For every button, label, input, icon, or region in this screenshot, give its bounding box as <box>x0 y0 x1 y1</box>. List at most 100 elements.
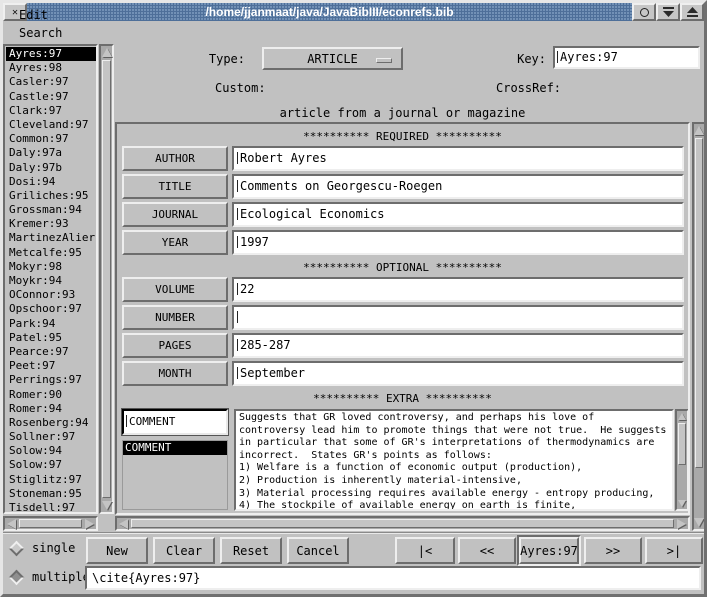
field-value-input[interactable]: 1997 <box>232 230 684 255</box>
scroll-left-icon[interactable] <box>5 518 18 529</box>
cite-command-input[interactable]: \cite{Ayres:97} <box>85 566 701 590</box>
extra-section-title: ********** EXTRA ********** <box>117 392 688 405</box>
list-item[interactable]: Solow:97 <box>6 458 96 472</box>
list-item[interactable]: Romer:90 <box>6 388 96 402</box>
list-item[interactable]: Romer:94 <box>6 402 96 416</box>
scroll-up-icon[interactable] <box>101 46 112 59</box>
list-item[interactable]: Perrings:97 <box>6 373 96 387</box>
scrollbar-thumb[interactable] <box>19 519 82 528</box>
list-item[interactable]: Common:97 <box>6 132 96 146</box>
current-record-button[interactable]: Ayres:97 <box>519 537 579 564</box>
scroll-down-icon[interactable] <box>101 499 112 512</box>
bar-down-triangle-icon <box>662 6 675 18</box>
cancel-button[interactable]: Cancel <box>287 537 349 564</box>
form-horizontal-scrollbar[interactable] <box>115 516 690 531</box>
scroll-up-icon[interactable] <box>677 411 687 422</box>
field-value-input[interactable] <box>232 305 684 330</box>
list-item[interactable]: Daly:97b <box>6 161 96 175</box>
scrollbar-thumb[interactable] <box>102 60 111 498</box>
field-label-button[interactable]: VOLUME <box>122 277 228 302</box>
window-title[interactable]: /home/jjanmaat/java/JavaBibIII/econrefs.… <box>27 3 632 21</box>
list-item[interactable]: Park:94 <box>6 317 96 331</box>
menu-item[interactable]: Edit <box>16 6 65 24</box>
extra-text-area[interactable]: Suggests that GR loved controversy, and … <box>234 409 674 511</box>
multiple-mode-row: multiple <box>11 570 90 584</box>
scroll-down-icon[interactable] <box>677 498 687 509</box>
next-record-button[interactable]: >> <box>584 537 642 564</box>
field-label-button[interactable]: JOURNAL <box>122 202 228 227</box>
list-item[interactable]: Metcalfe:95 <box>6 246 96 260</box>
list-item[interactable]: Grossman:94 <box>6 203 96 217</box>
first-record-button[interactable]: |< <box>395 537 455 564</box>
list-item[interactable]: Ayres:98 <box>6 61 96 75</box>
reset-button[interactable]: Reset <box>220 537 282 564</box>
list-vertical-scrollbar[interactable] <box>99 44 114 514</box>
list-item[interactable]: Tisdell:97 <box>6 501 96 514</box>
extra-field-name-input[interactable]: COMMENT <box>122 409 228 435</box>
field-label-button[interactable]: PAGES <box>122 333 228 358</box>
list-item[interactable]: Stiglitz:97 <box>6 473 96 487</box>
iconify-button[interactable] <box>632 3 656 21</box>
clear-button[interactable]: Clear <box>153 537 215 564</box>
reference-key-list[interactable]: Ayres:97Ayres:98Casler:97Castle:97Clark:… <box>3 44 98 514</box>
list-item[interactable]: Patel:95 <box>6 331 96 345</box>
field-value-input[interactable]: Comments on Georgescu-Roegen <box>232 174 684 199</box>
list-item[interactable]: Sollner:97 <box>6 430 96 444</box>
single-label: single <box>32 541 75 555</box>
field-value-input[interactable]: 285-287 <box>232 333 684 358</box>
list-item[interactable]: Dosi:94 <box>6 175 96 189</box>
extra-field-name-list[interactable]: COMMENT <box>122 440 228 510</box>
form-vertical-scrollbar[interactable] <box>692 122 704 531</box>
scroll-left-icon[interactable] <box>117 518 130 529</box>
extra-text-scrollbar[interactable] <box>675 409 689 511</box>
list-item[interactable]: Moykr:94 <box>6 274 96 288</box>
new-button[interactable]: New <box>86 537 148 564</box>
menubar: FileEditSearchCiteWindow <box>3 21 704 44</box>
field-label-button[interactable]: TITLE <box>122 174 228 199</box>
list-item[interactable]: Kremer:93 <box>6 217 96 231</box>
scrollbar-thumb[interactable] <box>695 138 703 468</box>
list-item[interactable]: Pearce:97 <box>6 345 96 359</box>
menu-item[interactable]: Search <box>16 24 65 42</box>
list-horizontal-scrollbar[interactable] <box>3 516 98 531</box>
scrollbar-thumb[interactable] <box>678 423 686 465</box>
list-item[interactable]: Cleveland:97 <box>6 118 96 132</box>
single-radio-icon[interactable] <box>9 540 25 556</box>
scrollbar-thumb[interactable] <box>131 519 674 528</box>
field-label-button[interactable]: AUTHOR <box>122 146 228 171</box>
list-item[interactable]: Casler:97 <box>6 75 96 89</box>
list-item[interactable]: Daly:97a <box>6 146 96 160</box>
field-value-input[interactable]: Robert Ayres <box>232 146 684 171</box>
type-option-menu[interactable]: ARTICLE <box>262 47 403 70</box>
window-lower-button[interactable] <box>656 3 680 21</box>
list-item[interactable]: Rosenberg:94 <box>6 416 96 430</box>
list-item[interactable]: Mokyr:98 <box>6 260 96 274</box>
list-item[interactable]: OConnor:93 <box>6 288 96 302</box>
multiple-radio-icon[interactable] <box>9 569 25 585</box>
list-item[interactable]: Clark:97 <box>6 104 96 118</box>
list-item[interactable]: Opschoor:97 <box>6 302 96 316</box>
previous-record-button[interactable]: << <box>458 537 516 564</box>
list-item[interactable]: MartinezAlier:97 <box>6 231 96 245</box>
field-label-button[interactable]: NUMBER <box>122 305 228 330</box>
scroll-down-icon[interactable] <box>694 516 704 529</box>
list-item[interactable]: Peet:97 <box>6 359 96 373</box>
scroll-up-icon[interactable] <box>694 124 704 137</box>
field-label-button[interactable]: YEAR <box>122 230 228 255</box>
field-value-input[interactable]: September <box>232 361 684 386</box>
list-item[interactable]: Stoneman:95 <box>6 487 96 501</box>
last-record-button[interactable]: >| <box>645 537 703 564</box>
list-item[interactable]: COMMENT <box>123 441 227 455</box>
field-label-button[interactable]: MONTH <box>122 361 228 386</box>
scroll-right-icon[interactable] <box>83 518 96 529</box>
field-row: VOLUME 22 <box>122 277 688 302</box>
list-item[interactable]: Griliches:95 <box>6 189 96 203</box>
window-raise-button[interactable] <box>680 3 704 21</box>
list-item[interactable]: Solow:94 <box>6 444 96 458</box>
key-input[interactable]: Ayres:97 <box>553 46 700 69</box>
field-value-input[interactable]: 22 <box>232 277 684 302</box>
list-item[interactable]: Ayres:97 <box>6 47 96 61</box>
field-value-input[interactable]: Ecological Economics <box>232 202 684 227</box>
list-item[interactable]: Castle:97 <box>6 90 96 104</box>
scroll-right-icon[interactable] <box>675 518 688 529</box>
